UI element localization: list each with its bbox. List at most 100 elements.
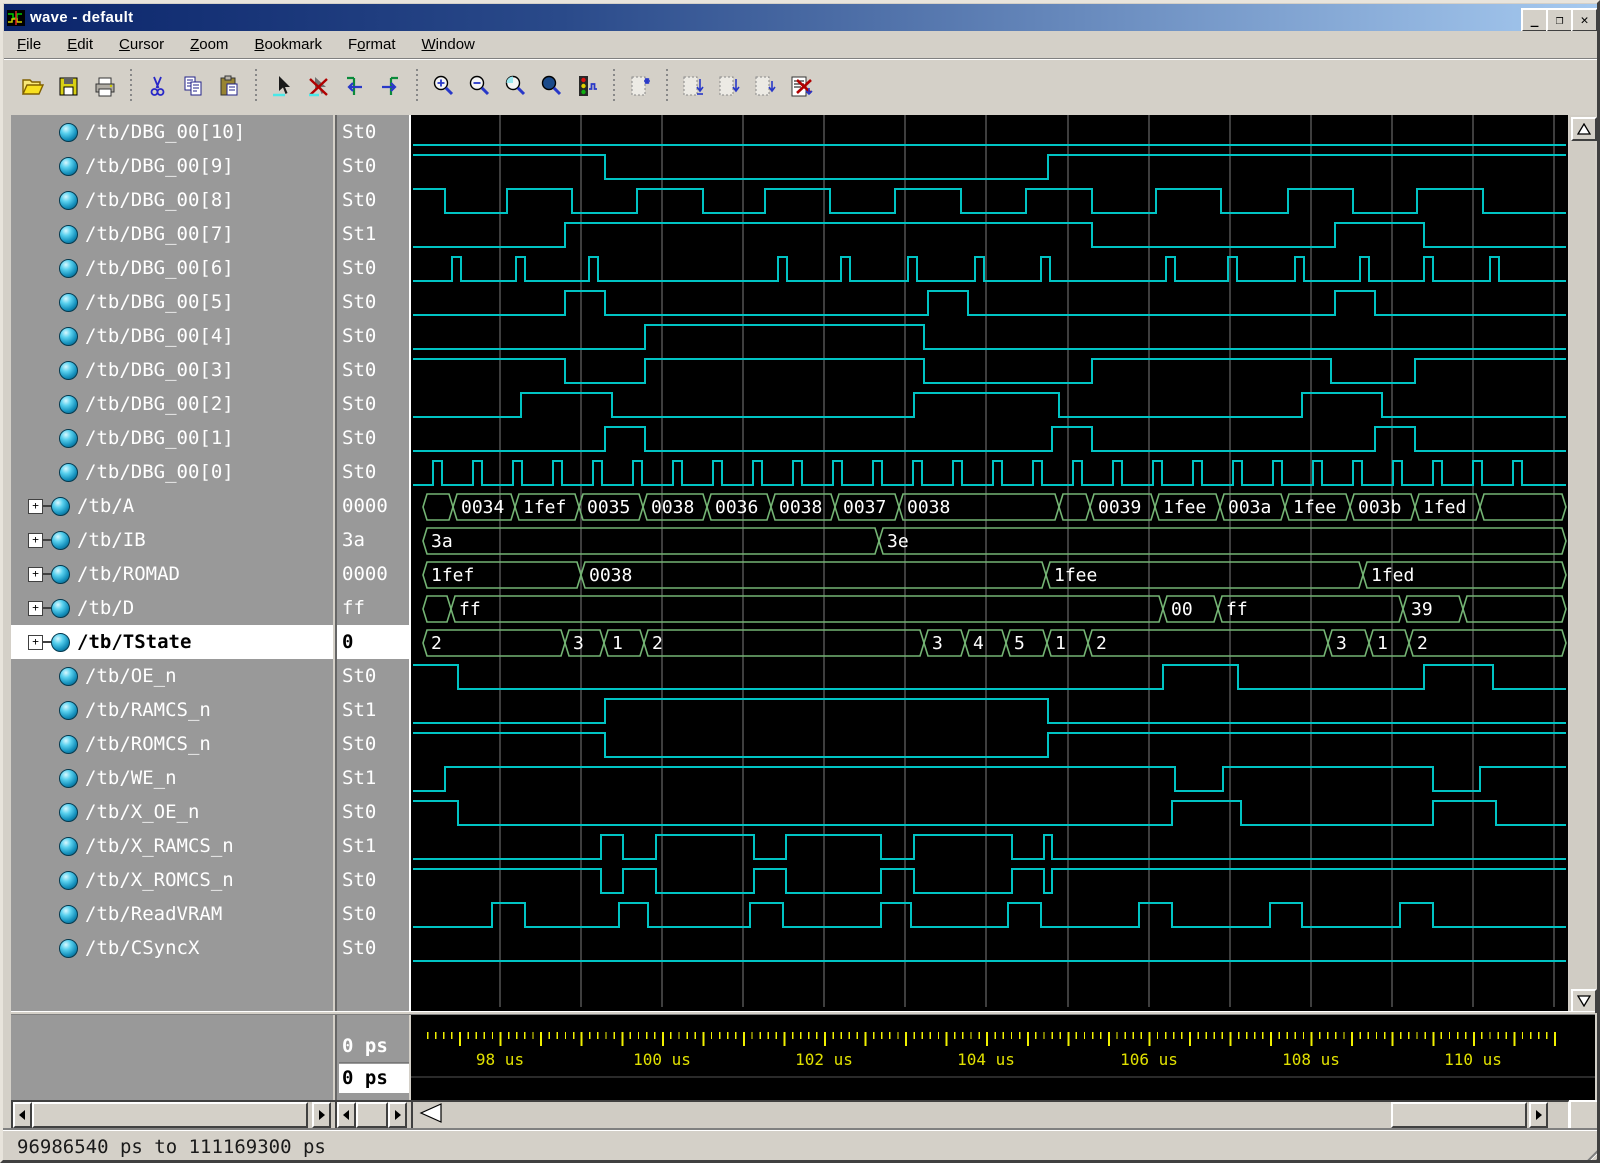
titlebar[interactable]: wave - default _ ❐ ✕ (4, 4, 1598, 31)
close-button[interactable]: ✕ (1571, 8, 1598, 32)
discard-edit-button[interactable] (784, 68, 818, 104)
find-previous-transition-button[interactable] (337, 68, 371, 104)
signal-row-tb-dbg-00-8[interactable]: /tb/DBG_00[8] (11, 183, 333, 217)
wave-hscroll-thumb[interactable] (1391, 1102, 1527, 1128)
signal-row-tb-ib[interactable]: + /tb/IB (11, 523, 333, 557)
signal-row-tb-readvram[interactable]: /tb/ReadVRAM (11, 897, 333, 931)
scroll-down-button[interactable] (1571, 989, 1597, 1013)
svg-text:1: 1 (1055, 633, 1066, 654)
menu-cursor[interactable]: Cursor (106, 31, 177, 58)
expand-icon[interactable]: + (28, 601, 43, 616)
zoom-in-button[interactable] (426, 68, 460, 104)
open-file-button[interactable] (15, 68, 49, 104)
select-cursor-button[interactable] (265, 68, 299, 104)
delete-cursor-button[interactable] (301, 68, 335, 104)
zoom-out-button[interactable] (462, 68, 496, 104)
insert-cursor-button[interactable] (623, 68, 657, 104)
expand-icon[interactable]: + (28, 499, 43, 514)
signal-row-tb-x-ramcs-n[interactable]: /tb/X_RAMCS_n (11, 829, 333, 863)
wave-vertical-scrollbar[interactable] (1569, 115, 1595, 1011)
menu-bookmark[interactable]: Bookmark (241, 31, 335, 58)
signal-row-tb-dbg-00-5[interactable]: /tb/DBG_00[5] (11, 285, 333, 319)
menu-format[interactable]: Format (335, 31, 409, 58)
signal-row-tb-x-oe-n[interactable]: /tb/X_OE_n (11, 795, 333, 829)
signal-row-tb-romad[interactable]: +/tb/ROMAD (11, 557, 333, 591)
find-next-transition-button[interactable] (373, 68, 407, 104)
signal-row-tb-x-romcs-n[interactable]: /tb/X_ROMCS_n (11, 863, 333, 897)
signal-row-tb-dbg-00-7[interactable]: /tb/DBG_00[7] (11, 217, 333, 251)
wave-bus: ff00ff39 (423, 596, 1566, 622)
paste-button[interactable] (212, 68, 246, 104)
signal-names-panel[interactable]: /tb/DBG_00[10]/tb/DBG_00[9] /tb/DBG_00[8]… (11, 115, 333, 1011)
cursor-time-value[interactable]: 0 ps (339, 1064, 409, 1093)
time-ruler[interactable]: 98 us100 us102 us104 us106 us108 us110 u… (411, 1015, 1595, 1100)
expand-icon[interactable]: + (28, 635, 43, 650)
names-hscroll-right-button[interactable] (312, 1102, 331, 1128)
svg-text:1fed: 1fed (1423, 497, 1466, 518)
signal-row-tb-dbg-00-9[interactable]: /tb/DBG_00[9] (11, 149, 333, 183)
signal-row-tb-dbg-00-3[interactable]: /tb/DBG_00[3] (11, 353, 333, 387)
signal-row-tb-d[interactable]: +/tb/D (11, 591, 333, 625)
names-hscrollbar[interactable] (11, 1100, 337, 1130)
app-icon (7, 10, 25, 26)
signal-sphere-icon (59, 803, 78, 822)
menu-zoom[interactable]: Zoom (177, 31, 241, 58)
signal-value: St0 (337, 455, 409, 489)
stop-draw-button[interactable] (570, 68, 604, 104)
edit-box-2-button[interactable] (712, 68, 746, 104)
print-button[interactable] (87, 68, 121, 104)
signal-row-tb-oe-n[interactable]: /tb/OE_n (11, 659, 333, 693)
values-hscroll-right-button[interactable] (388, 1102, 407, 1128)
expand-icon[interactable]: + (28, 533, 43, 548)
names-hscroll-left-button[interactable] (13, 1102, 32, 1128)
signal-name: /tb/DBG_00[8] (85, 189, 234, 211)
edit-box-3-button[interactable] (748, 68, 782, 104)
signal-sphere-icon (59, 871, 78, 890)
restore-button[interactable]: ❐ (1546, 8, 1573, 32)
signal-row-tb-dbg-00-6[interactable]: /tb/DBG_00[6] (11, 251, 333, 285)
signal-row-tb-dbg-00-1[interactable]: /tb/DBG_00[1] (11, 421, 333, 455)
signal-row-tb-dbg-00-2[interactable]: /tb/DBG_00[2] (11, 387, 333, 421)
wave-trace (413, 291, 1566, 315)
resize-grip[interactable] (1583, 1143, 1600, 1160)
cut-button[interactable] (140, 68, 174, 104)
menu-edit[interactable]: Edit (54, 31, 106, 58)
svg-text:4: 4 (973, 633, 984, 654)
expand-icon[interactable]: + (28, 567, 43, 582)
signal-row-tb-dbg-00-4[interactable]: /tb/DBG_00[4] (11, 319, 333, 353)
wave-hscroll-right-button[interactable] (1529, 1102, 1548, 1128)
signal-row-tb-tstate[interactable]: +/tb/TState (11, 625, 333, 659)
signal-row-tb-dbg-00-10[interactable]: /tb/DBG_00[10] (11, 115, 333, 149)
zoom-full-button[interactable] (534, 68, 568, 104)
signal-row-tb-a[interactable]: +/tb/A (11, 489, 333, 523)
zoom-area-button[interactable] (498, 68, 532, 104)
wave-trace (413, 461, 1566, 485)
signal-row-tb-ramcs-n[interactable]: /tb/RAMCS_n (11, 693, 333, 727)
visible-range-label: 96986540 ps to 111169300 ps (17, 1136, 326, 1158)
signal-sphere-icon (59, 463, 78, 482)
signal-sphere-icon (59, 939, 78, 958)
save-button[interactable] (51, 68, 85, 104)
copy-button[interactable] (176, 68, 210, 104)
svg-text:110 us: 110 us (1444, 1050, 1502, 1069)
wave-hscrollbar[interactable] (411, 1100, 1570, 1130)
edit-box-1-button[interactable] (676, 68, 710, 104)
scroll-up-button[interactable] (1571, 117, 1597, 141)
signal-row-tb-csyncx[interactable]: /tb/CSyncX (11, 931, 333, 965)
signal-row-tb-romcs-n[interactable]: /tb/ROMCS_n (11, 727, 333, 761)
minimize-button[interactable]: _ (1521, 8, 1548, 32)
values-hscrollbar[interactable] (335, 1100, 413, 1130)
menu-window[interactable]: Window (409, 31, 488, 58)
zoom-in-icon (431, 74, 456, 99)
values-hscroll-left-button[interactable] (337, 1102, 356, 1128)
signal-row-tb-dbg-00-0[interactable]: /tb/DBG_00[0] (11, 455, 333, 489)
menu-file[interactable]: File (4, 31, 54, 58)
waveform-canvas[interactable]: 00341fef00350038003600380037003800391fee… (409, 115, 1568, 1011)
tree-connector (43, 539, 51, 541)
svg-text:108 us: 108 us (1282, 1050, 1340, 1069)
cursor-flag-icon[interactable] (415, 1102, 445, 1124)
values-hscroll-thumb[interactable] (356, 1102, 388, 1128)
names-hscroll-thumb[interactable] (32, 1102, 308, 1128)
signal-name: /tb/IB (77, 529, 146, 551)
signal-row-tb-we-n[interactable]: /tb/WE_n (11, 761, 333, 795)
